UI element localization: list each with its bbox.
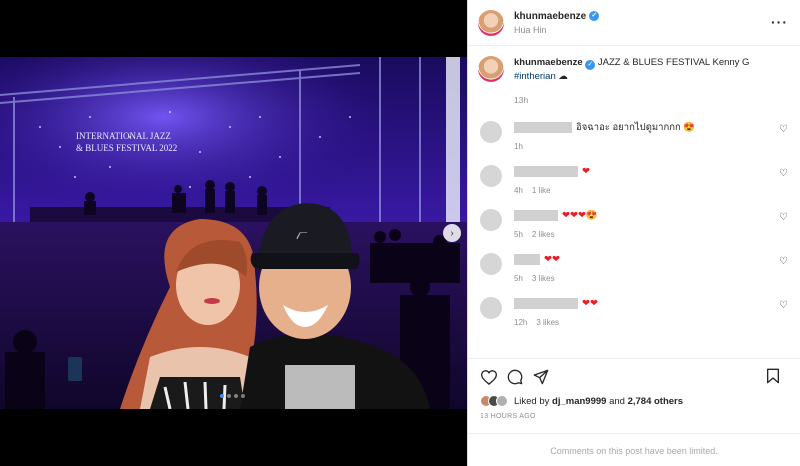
comment-likes[interactable]: 3 likes <box>532 274 555 283</box>
comment-time: 12h <box>514 318 528 327</box>
commenter-username-redacted[interactable] <box>514 253 540 265</box>
caption-username[interactable]: khunmaebenze <box>514 57 583 68</box>
cloud-emoji: ☁ <box>558 71 568 82</box>
post-actions: Liked by dj_man9999 and 2,784 others 13 … <box>468 358 800 466</box>
comment-text: ❤❤ <box>582 297 598 309</box>
comment-bubble-icon[interactable] <box>506 368 524 386</box>
commenter-username-redacted[interactable] <box>514 121 572 133</box>
commenter-avatar[interactable] <box>480 253 502 275</box>
commenter-username-redacted[interactable] <box>514 297 578 309</box>
share-send-icon[interactable] <box>532 368 550 386</box>
verified-badge-icon: ✓ <box>585 60 596 70</box>
carousel-dot <box>241 394 245 398</box>
like-comment-heart-icon[interactable]: ♡ <box>779 300 788 311</box>
like-comment-heart-icon[interactable]: ♡ <box>779 212 788 223</box>
commenter-username-redacted[interactable] <box>514 165 578 177</box>
carousel-dot <box>220 394 224 398</box>
stage-sign-line-1: INTERNATIONAL JAZZ <box>76 131 171 141</box>
chevron-right-icon: › <box>450 227 454 239</box>
like-comment-heart-icon[interactable]: ♡ <box>779 124 788 135</box>
comment-text: ❤❤❤😍 <box>562 209 598 221</box>
comment-item: ❤❤❤😍 5h 2 likes ♡ <box>478 209 790 239</box>
likes-summary: Liked by dj_man9999 and 2,784 others <box>480 395 790 407</box>
comment-text: อิจฉาอะ อยากไปดูมากกก 😍 <box>576 121 696 133</box>
comment-text: ❤ <box>582 165 590 177</box>
next-image-button[interactable]: › <box>443 224 461 242</box>
author-avatar[interactable] <box>478 9 504 36</box>
comment-time: 1h <box>514 142 523 151</box>
comments-section: khunmaebenze ✓ JAZZ & BLUES FESTIVAL Ken… <box>468 46 800 358</box>
post-media: INTERNATIONAL JAZZ & BLUES FESTIVAL 2022 <box>0 0 467 466</box>
commenter-avatar[interactable] <box>480 121 502 143</box>
liker-avatar[interactable] <box>496 395 508 407</box>
carousel-dot <box>227 394 231 398</box>
verified-badge-icon: ✓ <box>589 11 600 21</box>
like-heart-icon[interactable] <box>480 368 498 386</box>
liked-by-prefix: Liked by <box>514 395 553 407</box>
liked-by-others[interactable]: 2,784 others <box>628 396 683 407</box>
comments-limited-notice: Comments on this post have been limited. <box>468 433 800 456</box>
concert-photo: INTERNATIONAL JAZZ & BLUES FESTIVAL 2022 <box>0 57 467 409</box>
post-header: khunmaebenze ✓ Hua Hin ··· <box>468 0 800 46</box>
comment-item: ❤❤ 5h 3 likes ♡ <box>478 253 790 283</box>
commenter-username-redacted[interactable] <box>514 209 558 221</box>
comment-time: 5h <box>514 230 523 239</box>
post-photo[interactable]: INTERNATIONAL JAZZ & BLUES FESTIVAL 2022 <box>0 57 467 409</box>
post-side-panel: khunmaebenze ✓ Hua Hin ··· khunmaebenze … <box>467 0 800 466</box>
commenter-avatar[interactable] <box>480 297 502 319</box>
post-location[interactable]: Hua Hin <box>514 25 599 35</box>
comment-text: ❤❤ <box>544 253 560 265</box>
author-username[interactable]: khunmaebenze <box>514 11 586 22</box>
commenter-avatar[interactable] <box>480 165 502 187</box>
caption-author-avatar[interactable] <box>478 56 504 82</box>
caption-hashtag[interactable]: #intherian <box>514 71 556 82</box>
liked-by-user[interactable]: dj_man9999 <box>552 396 606 407</box>
more-options-icon[interactable]: ··· <box>771 14 788 30</box>
comment-item: อิจฉาอะ อยากไปดูมากกก 😍 1h ♡ <box>478 121 790 151</box>
comment-likes[interactable]: 3 likes <box>536 318 559 327</box>
post-timestamp[interactable]: 13 HOURS AGO <box>480 413 790 420</box>
comment-likes[interactable]: 1 like <box>532 186 551 195</box>
post-caption: khunmaebenze ✓ JAZZ & BLUES FESTIVAL Ken… <box>478 56 790 107</box>
save-bookmark-icon[interactable] <box>764 367 782 385</box>
caption-text: JAZZ & BLUES FESTIVAL Kenny G <box>597 57 750 68</box>
caption-time: 13h <box>514 95 529 105</box>
like-comment-heart-icon[interactable]: ♡ <box>779 168 788 179</box>
comment-time: 4h <box>514 186 523 195</box>
commenter-avatar[interactable] <box>480 209 502 231</box>
carousel-indicator <box>220 394 245 398</box>
carousel-dot <box>234 394 238 398</box>
stage-sign-line-2: & BLUES FESTIVAL 2022 <box>76 143 177 153</box>
comment-item: ❤❤ 12h 3 likes ♡ <box>478 297 790 327</box>
liked-by-and: and <box>606 395 628 407</box>
comment-time: 5h <box>514 274 523 283</box>
like-comment-heart-icon[interactable]: ♡ <box>779 256 788 267</box>
comment-likes[interactable]: 2 likes <box>532 230 555 239</box>
instagram-post-view: INTERNATIONAL JAZZ & BLUES FESTIVAL 2022 <box>0 0 800 466</box>
cap-logo: ⦧ <box>296 227 308 243</box>
comment-item: ❤ 4h 1 like ♡ <box>478 165 790 195</box>
